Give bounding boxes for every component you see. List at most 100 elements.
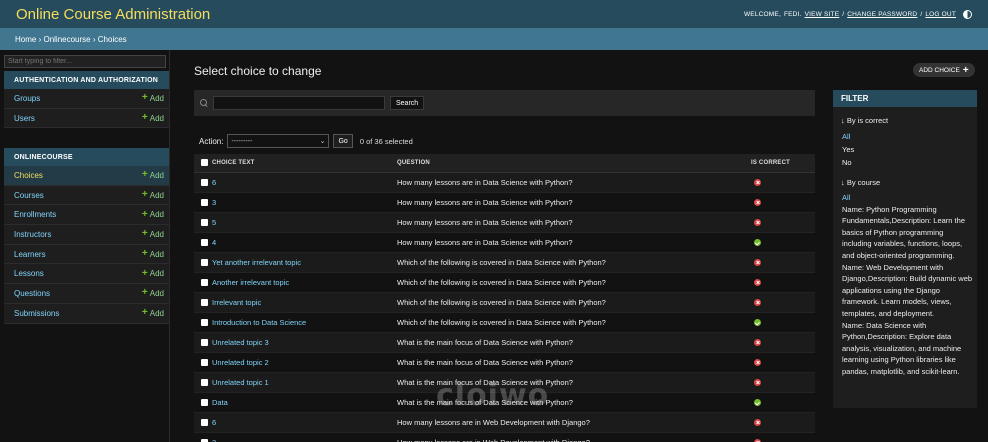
plus-icon: + [141, 169, 148, 181]
breadcrumb-home[interactable]: Home [15, 35, 36, 44]
choice-link[interactable]: Unrelated topic 2 [212, 358, 269, 367]
logout-link[interactable]: LOG OUT [925, 11, 956, 18]
theme-toggle-icon[interactable] [963, 9, 972, 19]
sidebar-item-label[interactable]: Users [14, 114, 35, 123]
row-checkbox[interactable] [201, 359, 208, 367]
choice-link[interactable]: 6 [212, 418, 216, 427]
select-all-checkbox[interactable] [201, 159, 208, 167]
cross-icon [754, 339, 761, 347]
sidebar-item-label[interactable]: Submissions [14, 309, 59, 318]
sidebar-item-label[interactable]: Lessons [14, 269, 44, 278]
sidebar-item-courses: Courses + Add [4, 185, 169, 206]
column-header-choice-text[interactable]: CHOICE TEXT [212, 154, 397, 173]
table-row: 4 How many lessons are in Data Science wi… [194, 232, 815, 253]
go-button[interactable]: Go [333, 134, 353, 148]
welcome-text: WELCOME, [743, 10, 781, 18]
search-button[interactable]: Search [390, 96, 425, 110]
row-checkbox[interactable] [201, 319, 208, 327]
filter-option[interactable]: No [842, 156, 977, 169]
column-header-question[interactable]: QUESTION [397, 154, 751, 173]
row-checkbox[interactable] [201, 279, 208, 287]
nav-filter-input[interactable] [4, 55, 166, 68]
row-checkbox[interactable] [201, 259, 208, 267]
row-checkbox[interactable] [201, 379, 208, 387]
filter-option[interactable]: All [842, 192, 977, 204]
question-cell: How many lessons are in Data Science wit… [397, 192, 751, 213]
add-choice-button[interactable]: ADD CHOICE + [913, 63, 975, 77]
choice-link[interactable]: Another irrelevant topic [212, 278, 289, 287]
choice-link[interactable]: 3 [212, 438, 216, 442]
sidebar-item-questions: Questions + Add [4, 284, 169, 304]
add-link[interactable]: + Add [142, 190, 164, 200]
row-checkbox[interactable] [201, 219, 208, 227]
sidebar-item-label[interactable]: Courses [14, 191, 44, 200]
search-icon [200, 99, 208, 107]
is-correct-cell [751, 212, 815, 233]
add-link[interactable]: + Add [142, 229, 164, 239]
select-all-checkbox-cell[interactable] [194, 154, 212, 173]
row-checkbox[interactable] [201, 419, 208, 427]
filter-option[interactable]: All [842, 130, 977, 143]
table-row: 5 How many lessons are in Data Science wi… [194, 212, 815, 233]
filter-option[interactable]: Name: Python Programming Fundamentals,De… [842, 204, 977, 262]
choice-text-cell: Unrelated topic 3 [212, 332, 397, 353]
add-link[interactable]: + Add [142, 93, 164, 103]
add-link[interactable]: + Add [142, 268, 164, 278]
row-checkbox[interactable] [201, 299, 208, 307]
add-link[interactable]: + Add [142, 209, 164, 219]
add-link-label: Add [149, 288, 164, 298]
search-input[interactable] [213, 96, 385, 110]
choice-text-cell: 5 [212, 212, 397, 233]
sidebar-item-label[interactable]: Instructors [14, 230, 51, 239]
choice-link[interactable]: Unrelated topic 3 [212, 338, 269, 347]
actions-bar: Action: --------- ⌄ Go 0 of 36 selected [199, 134, 413, 148]
watermark: cloiwo [436, 378, 550, 413]
row-checkbox[interactable] [201, 339, 208, 347]
filter-option[interactable]: Yes [842, 143, 977, 156]
is-correct-cell [751, 432, 815, 442]
choice-link[interactable]: Yet another irrelevant topic [212, 258, 301, 267]
question-cell: Which of the following is covered in Dat… [397, 272, 751, 293]
choice-link[interactable]: 6 [212, 178, 216, 187]
filter-option[interactable]: Name: Data Science with Python,Descripti… [842, 320, 977, 378]
choice-link[interactable]: Unrelated topic 1 [212, 378, 269, 387]
choice-link[interactable]: Data [212, 398, 228, 407]
row-checkbox[interactable] [201, 179, 208, 187]
change-password-link[interactable]: CHANGE PASSWORD [847, 11, 917, 18]
choice-link[interactable]: 3 [212, 198, 216, 207]
sidebar-item-label[interactable]: Learners [14, 250, 46, 259]
choice-text-cell: Unrelated topic 1 [212, 372, 397, 393]
breadcrumb-app[interactable]: Onlinecourse [43, 35, 90, 44]
row-checkbox[interactable] [201, 399, 208, 407]
add-link[interactable]: + Add [141, 169, 164, 181]
row-checkbox[interactable] [201, 239, 208, 247]
choice-link[interactable]: 4 [212, 238, 216, 247]
action-label: Action: [199, 136, 224, 146]
add-link[interactable]: + Add [142, 249, 164, 259]
sidebar-item-label[interactable]: Questions [14, 289, 50, 298]
add-link[interactable]: + Add [142, 308, 164, 318]
view-site-link[interactable]: VIEW SITE [805, 11, 840, 18]
table-row: 3 How many lessons are in Data Science wi… [194, 192, 815, 213]
action-select[interactable]: --------- ⌄ [227, 134, 330, 148]
table-row: 6 How many lessons are in Web Development… [194, 412, 815, 433]
user-tools: WELCOME, FEDI. VIEW SITE / CHANGE PASSWO… [743, 9, 972, 19]
site-branding[interactable]: Online Course Administration [16, 6, 210, 23]
column-header-is-correct[interactable]: IS CORRECT [751, 154, 815, 173]
add-link[interactable]: + Add [141, 287, 164, 299]
choice-link[interactable]: 5 [212, 218, 216, 227]
sidebar-item-label[interactable]: Enrollments [14, 210, 56, 219]
app-caption[interactable]: ONLINECOURSE [4, 148, 169, 166]
choice-link[interactable]: Introduction to Data Science [212, 318, 306, 327]
sidebar-item-label[interactable]: Choices [14, 171, 43, 180]
add-link[interactable]: + Add [142, 113, 164, 123]
row-select-cell [194, 212, 212, 233]
choice-link[interactable]: Irrelevant topic [212, 298, 261, 307]
filter-option[interactable]: Name: Web Development with Django,Descri… [842, 262, 977, 320]
content-main: Select choice to change ADD CHOICE + Sea… [194, 50, 978, 442]
sidebar-item-label[interactable]: Groups [14, 94, 40, 103]
app-caption[interactable]: AUTHENTICATION AND AUTHORIZATION [4, 71, 169, 89]
row-checkbox[interactable] [201, 199, 208, 207]
plus-icon: + [141, 287, 148, 299]
filter-heading: FILTER [833, 90, 977, 107]
